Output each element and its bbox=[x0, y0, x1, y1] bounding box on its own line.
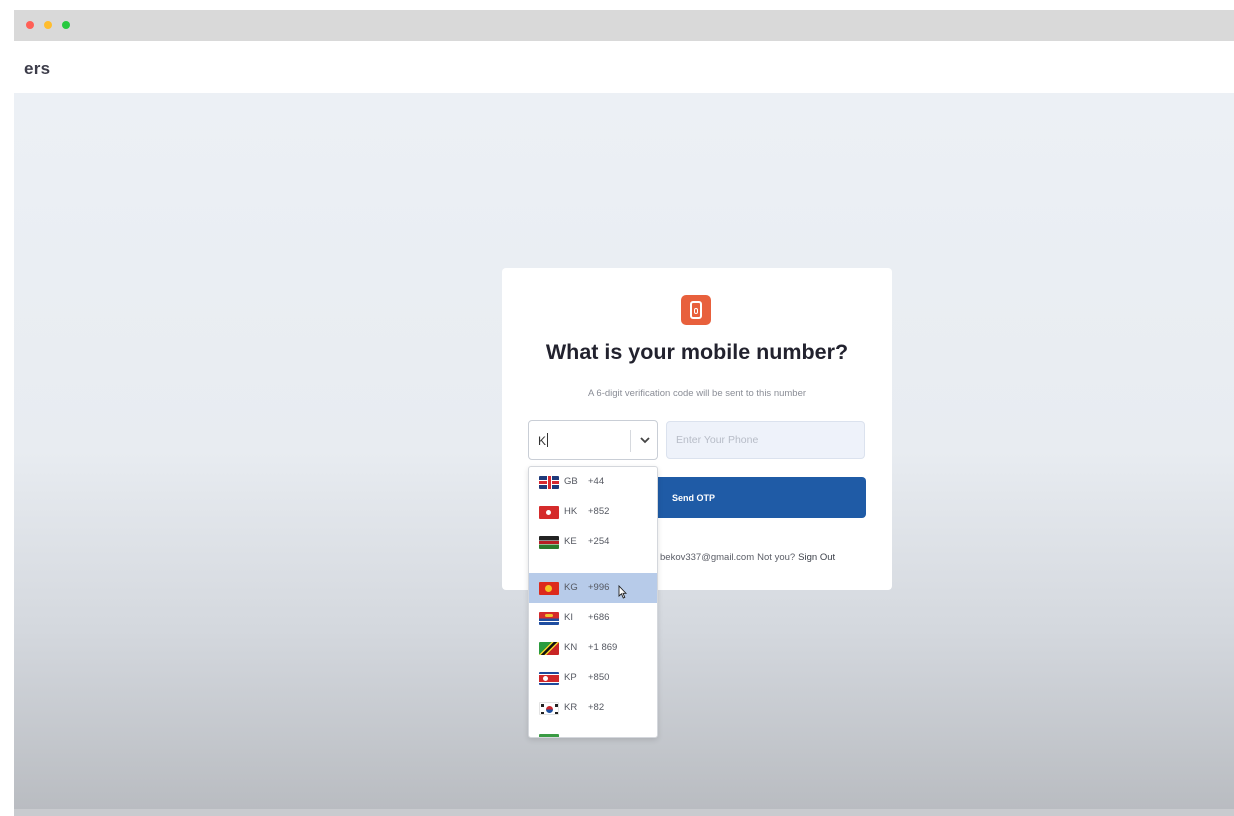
mouse-pointer-icon bbox=[618, 585, 627, 599]
select-divider bbox=[630, 430, 631, 452]
country-code: KE bbox=[564, 536, 577, 547]
country-code: KP bbox=[564, 672, 577, 683]
not-you-label: Not you? bbox=[757, 552, 796, 563]
country-option-ke[interactable]: KE +254 bbox=[529, 527, 657, 557]
north-korea-flag-icon bbox=[539, 672, 559, 685]
country-code: KN bbox=[564, 642, 578, 653]
send-otp-button[interactable]: Send OTP bbox=[639, 477, 866, 518]
dial-code: +852 bbox=[588, 506, 610, 517]
kyrgyzstan-flag-icon bbox=[539, 582, 559, 595]
south-korea-flag-icon bbox=[539, 702, 559, 715]
dial-code: +44 bbox=[588, 476, 605, 487]
country-code: KR bbox=[564, 702, 578, 713]
country-code: KG bbox=[564, 582, 578, 593]
country-code: HK bbox=[564, 506, 578, 517]
app-header: ers bbox=[14, 41, 1234, 93]
window-bottom-edge bbox=[14, 809, 1234, 816]
country-option-kg[interactable]: KG +996 bbox=[529, 573, 657, 603]
country-code-dropdown[interactable]: GB +44 HK +852 KE +254 KG +996 KI +686 K… bbox=[528, 466, 658, 738]
kenya-flag-icon bbox=[539, 536, 559, 549]
dial-code: +254 bbox=[588, 536, 610, 547]
phone-number-input[interactable] bbox=[666, 421, 865, 459]
hong-kong-flag-icon bbox=[539, 506, 559, 519]
sign-out-link[interactable]: Sign Out bbox=[798, 552, 835, 563]
country-search-value: K bbox=[538, 434, 547, 448]
country-option-gb[interactable]: GB +44 bbox=[529, 467, 657, 497]
country-code-select[interactable]: K bbox=[528, 420, 658, 460]
page-title: What is your mobile number? bbox=[545, 340, 849, 364]
window-titlebar bbox=[14, 10, 1234, 41]
country-option-partial[interactable] bbox=[529, 723, 657, 737]
kiribati-flag-icon bbox=[539, 612, 559, 625]
close-window-dot-icon[interactable] bbox=[26, 21, 34, 29]
minimize-window-dot-icon[interactable] bbox=[44, 21, 52, 29]
dial-code: +1 869 bbox=[588, 642, 618, 653]
dial-code: +996 bbox=[588, 582, 610, 593]
app-title: ers bbox=[24, 59, 51, 78]
chevron-down-icon[interactable] bbox=[637, 430, 653, 452]
phone-icon bbox=[681, 295, 711, 325]
uk-flag-icon bbox=[539, 476, 559, 489]
dial-code: +850 bbox=[588, 672, 610, 683]
country-code: KI bbox=[564, 612, 573, 623]
country-option-kp[interactable]: KP +850 bbox=[529, 663, 657, 693]
signed-in-info: bekov337@gmail.com Not you? Sign Out bbox=[660, 552, 835, 563]
saint-kitts-flag-icon bbox=[539, 642, 559, 655]
signed-in-email: bekov337@gmail.com bbox=[660, 552, 755, 563]
country-option-ki[interactable]: KI +686 bbox=[529, 603, 657, 633]
country-code: GB bbox=[564, 476, 578, 487]
maximize-window-dot-icon[interactable] bbox=[62, 21, 70, 29]
text-caret bbox=[547, 433, 549, 447]
flag-icon bbox=[539, 734, 559, 737]
country-option-hk[interactable]: HK +852 bbox=[529, 497, 657, 527]
page-subtitle: A 6-digit verification code will be sent… bbox=[587, 388, 807, 399]
country-option-kn[interactable]: KN +1 869 bbox=[529, 633, 657, 663]
dial-code: +82 bbox=[588, 702, 605, 713]
dial-code: +686 bbox=[588, 612, 610, 623]
country-search-input[interactable]: K bbox=[538, 433, 549, 448]
country-option-kr[interactable]: KR +82 bbox=[529, 693, 657, 723]
